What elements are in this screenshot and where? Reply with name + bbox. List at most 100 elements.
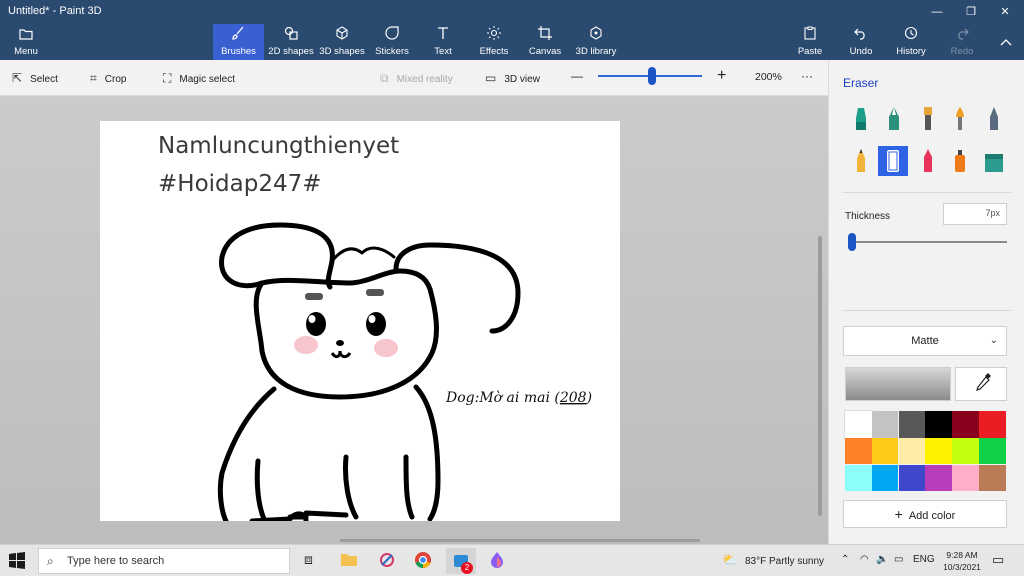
volume-icon[interactable]: 🔈 xyxy=(876,554,888,565)
color-swatch[interactable] xyxy=(871,411,899,438)
watercolor-icon xyxy=(956,107,964,130)
zoom-slider-thumb[interactable] xyxy=(648,67,657,85)
taskbar-search[interactable]: ⌕ Type here to search xyxy=(38,548,290,574)
color-swatch[interactable] xyxy=(871,464,899,492)
tab-3d-library[interactable]: 3D library xyxy=(574,24,618,60)
brush-eraser[interactable] xyxy=(878,146,908,176)
tab-brushes[interactable]: Brushes xyxy=(213,24,264,60)
crop-button[interactable]: ⌗ Crop xyxy=(90,71,126,86)
zoom-out-button[interactable]: — xyxy=(571,69,583,83)
brush-fill[interactable] xyxy=(979,146,1009,176)
magic-select-label: Magic select xyxy=(179,74,235,85)
windows-logo-icon xyxy=(9,552,25,569)
color-swatch[interactable] xyxy=(979,437,1006,465)
workspace: Namluncungthienyet #Hoidap247# Dog:Mờ ai… xyxy=(0,96,828,544)
zoom-in-button[interactable]: + xyxy=(717,67,726,85)
text-icon xyxy=(426,26,460,46)
clock-date: 10/3/2021 xyxy=(943,562,981,572)
add-color-button[interactable]: + Add color xyxy=(843,500,1007,528)
3d-view-button[interactable]: ▭ 3D view xyxy=(485,71,540,85)
paste-button[interactable]: Paste xyxy=(795,24,825,60)
folder-icon xyxy=(341,554,357,566)
brush-pencil[interactable] xyxy=(846,146,876,176)
task-view-button[interactable]: ⧈ xyxy=(304,551,313,568)
menu-button[interactable]: Menu xyxy=(4,24,48,60)
collapse-ribbon-button[interactable] xyxy=(994,24,1018,60)
brush-calligraphy-pen[interactable] xyxy=(879,104,909,134)
color-swatch[interactable] xyxy=(952,411,979,438)
canvas-text-line-1: Namluncungthienyet xyxy=(158,133,399,159)
current-color-preview[interactable] xyxy=(845,367,951,401)
tab-effects[interactable]: Effects xyxy=(476,24,512,60)
language-indicator[interactable]: ENG xyxy=(913,554,935,565)
select-label: Select xyxy=(30,74,58,85)
color-swatch[interactable] xyxy=(925,464,952,492)
battery-icon[interactable]: ▭ xyxy=(894,554,903,565)
canvas-caption: Dog:Mờ ai mai (208) xyxy=(445,390,592,406)
brush-marker[interactable] xyxy=(846,104,876,134)
undo-icon xyxy=(846,26,876,46)
more-options-button[interactable]: ··· xyxy=(801,69,813,83)
maximize-button[interactable]: ❐ xyxy=(961,3,981,21)
magic-select-button[interactable]: ⛶ Magic select xyxy=(163,71,235,86)
tab-label: Brushes xyxy=(221,46,256,57)
thickness-label: Thickness xyxy=(845,211,891,222)
tab-text[interactable]: Text xyxy=(426,24,460,60)
zoom-level[interactable]: 200% xyxy=(755,71,782,83)
taskbar-clock[interactable]: 9:28 AM 10/3/2021 xyxy=(940,549,984,573)
color-swatch[interactable] xyxy=(952,437,979,465)
paint3d-taskbar-button[interactable] xyxy=(488,551,506,572)
brush-oil[interactable] xyxy=(913,104,943,134)
show-hidden-icons-button[interactable]: ⌃ xyxy=(841,554,849,565)
brush-pixel-pen[interactable] xyxy=(979,104,1009,134)
color-swatch[interactable] xyxy=(898,437,926,465)
thickness-slider-track[interactable] xyxy=(849,241,1007,243)
color-swatch[interactable] xyxy=(898,464,926,492)
drawing-canvas[interactable]: Namluncungthienyet #Hoidap247# Dog:Mờ ai… xyxy=(100,121,620,521)
brush-watercolor[interactable] xyxy=(945,104,975,134)
eyedropper-button[interactable] xyxy=(955,367,1007,401)
thickness-input[interactable]: 7px xyxy=(943,203,1007,225)
undo-button[interactable]: Undo xyxy=(846,24,876,60)
horizontal-scrollbar[interactable] xyxy=(340,539,700,542)
file-explorer-button[interactable] xyxy=(340,551,358,570)
color-swatch[interactable] xyxy=(925,411,952,438)
app-button-active[interactable]: 2 xyxy=(446,548,476,574)
select-button[interactable]: ⇱ Select xyxy=(12,71,58,85)
partly-sunny-icon: ⛅ xyxy=(722,552,739,567)
network-icon[interactable]: ◠ xyxy=(860,554,869,565)
minimize-button[interactable]: — xyxy=(927,3,947,21)
magic-select-icon: ⛶ xyxy=(163,71,172,85)
notification-center-button[interactable]: ▭ xyxy=(992,552,1004,568)
snip-tool-button[interactable] xyxy=(378,551,396,572)
tab-stickers[interactable]: Stickers xyxy=(372,24,412,60)
chrome-button[interactable] xyxy=(414,551,432,572)
color-swatch[interactable] xyxy=(952,464,979,492)
weather-widget[interactable]: ⛅ 83°F Partly sunny xyxy=(722,552,824,568)
color-swatch[interactable] xyxy=(871,437,899,465)
tab-canvas[interactable]: Canvas xyxy=(527,24,563,60)
mixed-reality-button[interactable]: ⧉ Mixed reality xyxy=(380,71,453,86)
finish-dropdown[interactable]: Matte ⌄ xyxy=(843,326,1007,356)
tab-3d-shapes[interactable]: 3D shapes xyxy=(318,24,366,60)
close-button[interactable]: ✕ xyxy=(995,3,1015,21)
color-swatch[interactable] xyxy=(979,464,1006,492)
sun-icon xyxy=(476,26,512,46)
thickness-slider-thumb[interactable] xyxy=(848,233,856,251)
redo-button[interactable]: Redo xyxy=(948,24,976,60)
start-button[interactable] xyxy=(8,551,26,572)
brush-crayon[interactable] xyxy=(913,146,943,176)
color-swatch[interactable] xyxy=(844,410,873,439)
tab-label: 3D library xyxy=(575,46,617,57)
color-swatch[interactable] xyxy=(898,411,926,438)
vertical-scrollbar[interactable] xyxy=(818,236,822,516)
brush-spray-can[interactable] xyxy=(945,146,975,176)
color-swatch[interactable] xyxy=(845,437,872,465)
history-button[interactable]: History xyxy=(894,24,928,60)
color-swatch[interactable] xyxy=(845,464,872,492)
tab-2d-shapes[interactable]: 2D shapes xyxy=(268,24,314,60)
tab-label: Text xyxy=(434,46,452,57)
color-swatch[interactable] xyxy=(979,411,1006,438)
color-swatch[interactable] xyxy=(925,437,952,465)
redo-label: Redo xyxy=(950,46,974,57)
